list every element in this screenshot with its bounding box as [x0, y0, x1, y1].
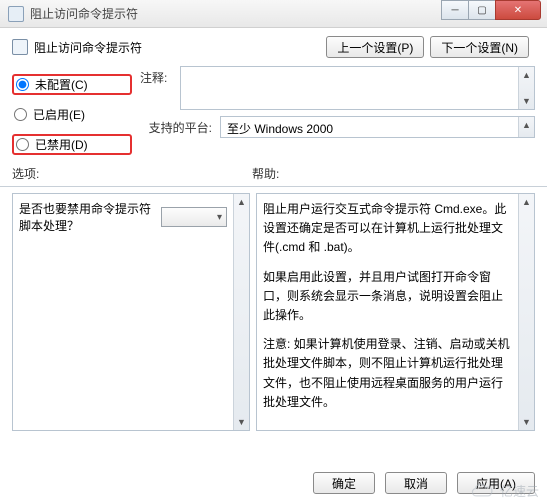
config-row: 未配置(C) 已启用(E) 已禁用(D) 注释: ▲ ▼ 支持的平台:: [0, 64, 547, 159]
option-row: 是否也要禁用命令提示符脚本处理？ ▾: [19, 200, 227, 234]
help-paragraph: 如果启用此设置，并且用户试图打开命令窗口，则系统会显示一条消息，说明设置会阻止此…: [263, 268, 512, 326]
scroll-up-icon[interactable]: ▲: [234, 194, 249, 210]
minimize-button[interactable]: ─: [441, 0, 469, 20]
scroll-up-icon[interactable]: ▲: [519, 194, 534, 210]
radio-not-configured-label: 未配置(C): [35, 76, 88, 93]
help-pane: 阻止用户运行交互式命令提示符 Cmd.exe。此设置还确定是否可以在计算机上运行…: [256, 193, 535, 431]
nav-buttons: 上一个设置(P) 下一个设置(N): [326, 36, 535, 58]
option-question-label: 是否也要禁用命令提示符脚本处理？: [19, 200, 157, 234]
watermark: 亿速云: [470, 481, 539, 500]
radio-enabled-label: 已启用(E): [33, 106, 85, 123]
help-paragraph: 阻止用户运行交互式命令提示符 Cmd.exe。此设置还确定是否可以在计算机上运行…: [263, 200, 512, 258]
platform-value: 至少 Windows 2000: [227, 122, 333, 136]
scroll-up-icon[interactable]: ▲: [519, 67, 534, 83]
header-row: 阻止访问命令提示符 上一个设置(P) 下一个设置(N): [0, 28, 547, 64]
watermark-text: 亿速云: [500, 481, 539, 500]
maximize-button[interactable]: ▢: [468, 0, 496, 20]
prev-setting-button[interactable]: 上一个设置(P): [326, 36, 424, 58]
radio-column: 未配置(C) 已启用(E) 已禁用(D): [12, 66, 132, 155]
main-panes: 是否也要禁用命令提示符脚本处理？ ▾ ▲ ▼ 阻止用户运行交互式命令提示符 Cm…: [0, 187, 547, 431]
options-scrollbar[interactable]: ▲ ▼: [233, 194, 249, 430]
title-bar: 阻止访问命令提示符 ─ ▢ ✕: [0, 0, 547, 28]
radio-enabled-input[interactable]: [14, 108, 27, 121]
notes-textarea[interactable]: ▲ ▼: [180, 66, 535, 110]
platform-label: 支持的平台:: [140, 116, 212, 136]
scroll-down-icon[interactable]: ▼: [519, 414, 534, 430]
radio-not-configured[interactable]: 未配置(C): [12, 74, 132, 95]
close-button[interactable]: ✕: [495, 0, 541, 20]
radio-disabled-input[interactable]: [16, 138, 29, 151]
help-scrollbar[interactable]: ▲ ▼: [518, 194, 534, 430]
radio-not-configured-input[interactable]: [16, 78, 29, 91]
next-setting-button[interactable]: 下一个设置(N): [430, 36, 529, 58]
help-label: 帮助:: [252, 165, 535, 182]
ok-button[interactable]: 确定: [313, 472, 375, 494]
radio-disabled-label: 已禁用(D): [35, 136, 88, 153]
platform-row: 支持的平台: 至少 Windows 2000 ▲: [140, 116, 535, 138]
notes-label: 注释:: [140, 66, 172, 86]
radio-enabled[interactable]: 已启用(E): [12, 105, 132, 124]
window-controls: ─ ▢ ✕: [442, 0, 541, 20]
options-pane: 是否也要禁用命令提示符脚本处理？ ▾ ▲ ▼: [12, 193, 250, 431]
policy-icon: [12, 39, 28, 55]
cancel-button[interactable]: 取消: [385, 472, 447, 494]
notes-scrollbar[interactable]: ▲ ▼: [518, 67, 534, 109]
cloud-icon: [470, 482, 496, 500]
scroll-down-icon[interactable]: ▼: [234, 414, 249, 430]
help-paragraph: 注意: 如果计算机使用登录、注销、启动或关机批处理文件脚本，则不阻止计算机运行批…: [263, 335, 512, 412]
platform-textarea[interactable]: 至少 Windows 2000 ▲: [220, 116, 535, 138]
details-column: 注释: ▲ ▼ 支持的平台: 至少 Windows 2000 ▲: [140, 66, 535, 155]
options-label: 选项:: [12, 165, 252, 182]
state-radio-group: 未配置(C) 已启用(E) 已禁用(D): [12, 74, 132, 155]
option-combobox[interactable]: ▾: [161, 207, 227, 227]
policy-title: 阻止访问命令提示符: [34, 39, 326, 56]
window-icon: [8, 6, 24, 22]
scroll-up-icon[interactable]: ▲: [519, 117, 534, 133]
scroll-down-icon[interactable]: ▼: [519, 93, 534, 109]
platform-scrollbar[interactable]: ▲: [518, 117, 534, 137]
section-labels: 选项: 帮助:: [0, 159, 547, 184]
radio-disabled[interactable]: 已禁用(D): [12, 134, 132, 155]
